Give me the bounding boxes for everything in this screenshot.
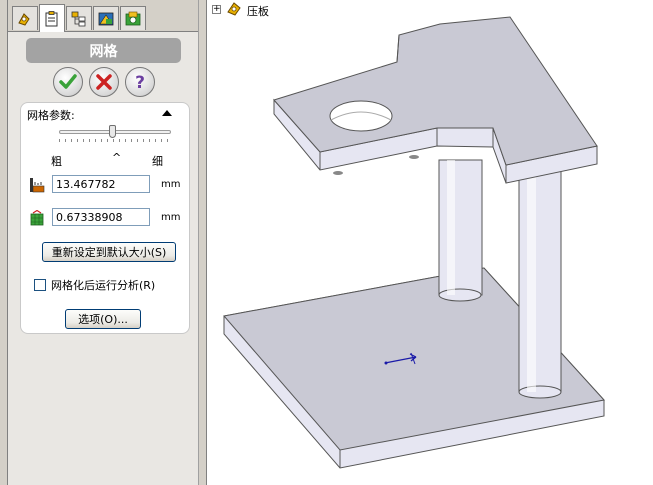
dimxpert-manager-icon: [98, 12, 114, 25]
tolerance-icon: [30, 210, 44, 226]
run-after-mesh-label: 网格化后运行分析(R): [51, 279, 156, 292]
tolerance-input[interactable]: [52, 208, 150, 226]
property-manager-panel: 网格 ? 网格参数: 粗 ^ 细 13.467782 mm 0.67338908…: [8, 0, 198, 485]
collapse-icon[interactable]: [162, 110, 172, 116]
tab-feature-manager[interactable]: [12, 6, 38, 30]
front-post: [438, 159, 483, 302]
x-icon: [96, 74, 112, 90]
svg-text:?: ?: [135, 73, 145, 93]
panel-title: 网格: [26, 38, 181, 63]
rear-post: [518, 169, 562, 399]
panel-splitter[interactable]: [198, 0, 207, 485]
fine-label: 细: [152, 155, 163, 168]
help-button[interactable]: ?: [125, 67, 155, 97]
cancel-button[interactable]: [89, 67, 119, 97]
group-header: 网格参数:: [27, 109, 75, 122]
simulation-study-icon: [125, 11, 141, 25]
mesh-parameters-group: 网格参数: 粗 ^ 细 mm mm 重新设定到默认大小(S): [20, 102, 190, 334]
global-size-unit: mm: [161, 179, 181, 190]
tab-simulation-study[interactable]: [120, 6, 146, 30]
app-window: 网格 ? 网格参数: 粗 ^ 细 13.467782 mm 0.67338908…: [0, 0, 653, 485]
tab-property-manager[interactable]: [39, 4, 65, 32]
slider-ticks: [59, 139, 171, 142]
run-after-mesh-checkbox[interactable]: [34, 279, 46, 291]
coarse-label: 粗: [51, 155, 62, 168]
configuration-manager-icon: [71, 11, 86, 26]
feature-manager-icon: [18, 12, 30, 26]
question-icon: ?: [135, 73, 145, 93]
tolerance-unit: mm: [161, 212, 181, 223]
checkmark-icon: [59, 74, 77, 89]
tab-dimxpert-manager[interactable]: [93, 6, 119, 30]
reset-default-size-button[interactable]: 重新设定到默认大小(S): [42, 242, 176, 262]
top-plate: [273, 16, 598, 184]
caret-marker: ^: [112, 151, 122, 164]
tab-configuration-manager[interactable]: [66, 6, 92, 30]
property-manager-icon: [45, 10, 58, 26]
ok-button[interactable]: [53, 67, 83, 97]
model-viewport[interactable]: [208, 0, 653, 485]
left-edge-strip: [0, 0, 8, 485]
slider-thumb[interactable]: [109, 125, 117, 138]
options-button[interactable]: 选项(O)...: [65, 309, 141, 329]
manager-tab-bar: [8, 0, 198, 32]
global-size-input[interactable]: [52, 175, 150, 193]
global-size-icon: [30, 178, 45, 193]
